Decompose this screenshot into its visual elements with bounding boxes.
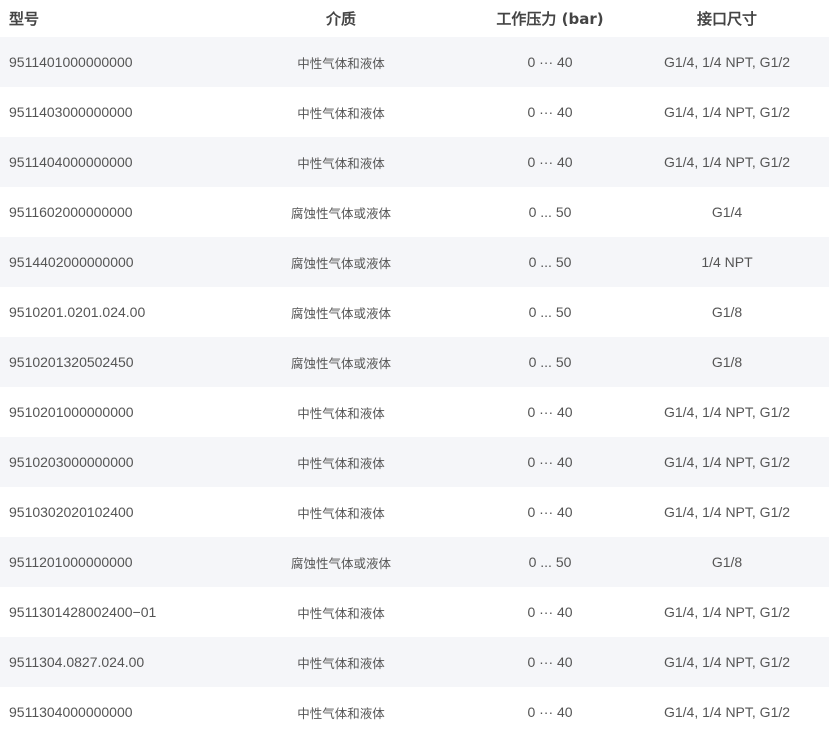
medium-cell: 中性气体和液体 — [297, 605, 385, 621]
pressure-cell: 0 ··· 40 — [527, 654, 573, 670]
port-cell: G1/4, 1/4 NPT, G1/2 — [663, 454, 791, 470]
model-cell: 9511403000000000 — [9, 104, 133, 120]
model-cell: 9514402000000000 — [9, 254, 134, 270]
pressure-cell: 0 ... 50 — [528, 204, 572, 220]
medium-cell: 腐蚀性气体或液体 — [290, 255, 391, 271]
model-cell: 9510203000000000 — [9, 454, 134, 470]
header-port: 接口尺寸 — [696, 10, 757, 28]
port-cell: G1/4, 1/4 NPT, G1/2 — [663, 704, 791, 720]
port-cell: G1/4, 1/4 NPT, G1/2 — [663, 104, 791, 120]
table-row: 9511301428002400−01 中性气体和液体 0 ··· 40 G1/4, … — [0, 587, 829, 637]
pressure-cell: 0 ... 50 — [528, 304, 572, 320]
model-cell: 9510201000000000 — [9, 404, 134, 420]
pressure-cell: 0 ··· 40 — [527, 54, 573, 70]
table-body: 9511401000000000 中性气体和液体 0 ··· 40 G1/4, 1/4… — [0, 37, 829, 737]
medium-cell: 中性气体和液体 — [297, 505, 385, 521]
port-cell: G1/4, 1/4 NPT, G1/2 — [663, 654, 791, 670]
table-row: 9511404000000000 中性气体和液体 0 ··· 40 G1/4, 1/4… — [0, 137, 829, 187]
model-cell: 9510201.0201.024.00 — [9, 304, 146, 320]
table-row: 9511201000000000 腐蚀性气体或液体 0 ... 50 G1/8 — [0, 537, 829, 587]
medium-cell: 腐蚀性气体或液体 — [290, 555, 391, 571]
header-pressure: 工作压力 (bar) — [496, 10, 604, 28]
model-cell: 9511201000000000 — [9, 554, 133, 570]
model-cell: 9510201320502450 — [9, 354, 134, 370]
table-row: 9510201320502450 腐蚀性气体或液体 0 ... 50 G1/8 — [0, 337, 829, 387]
table-row: 9511304.0827.024.00 中性气体和液体 0 ··· 40 G1/4, … — [0, 637, 829, 687]
model-cell: 9511304000000000 — [9, 704, 133, 720]
medium-cell: 中性气体和液体 — [297, 655, 385, 671]
port-cell: G1/4, 1/4 NPT, G1/2 — [663, 504, 791, 520]
pressure-cell: 0 ... 50 — [528, 254, 572, 270]
table-row: 9511602000000000 腐蚀性气体或液体 0 ... 50 G1/4 — [0, 187, 829, 237]
table-row: 9510201.0201.024.00 腐蚀性气体或液体 0 ... 50 G1/8 — [0, 287, 829, 337]
port-cell: G1/4, 1/4 NPT, G1/2 — [663, 54, 791, 70]
port-cell: G1/4, 1/4 NPT, G1/2 — [663, 404, 791, 420]
header-model: 型号 — [9, 10, 40, 28]
pressure-cell: 0 ... 50 — [528, 554, 572, 570]
product-table: 型号 介质 工作压力 (bar) 接口尺寸 9511401000000000 中性… — [0, 0, 829, 737]
port-cell: G1/8 — [711, 554, 743, 570]
medium-cell: 中性气体和液体 — [297, 455, 385, 471]
medium-cell: 中性气体和液体 — [297, 405, 385, 421]
table-row: 9514402000000000 腐蚀性气体或液体 0 ... 50 1/4 NPT — [0, 237, 829, 287]
table-row: 9510302020102400 中性气体和液体 0 ··· 40 G1/4, 1/4… — [0, 487, 829, 537]
pressure-cell: 0 ··· 40 — [527, 604, 573, 620]
model-cell: 9511301428002400−01 — [9, 604, 157, 620]
medium-cell: 中性气体和液体 — [297, 155, 385, 171]
port-cell: 1/4 NPT — [701, 254, 753, 270]
medium-cell: 腐蚀性气体或液体 — [290, 205, 391, 221]
port-cell: G1/8 — [711, 354, 743, 370]
table-row: 9511304000000000 中性气体和液体 0 ··· 40 G1/4, 1/4… — [0, 687, 829, 737]
port-cell: G1/4, 1/4 NPT, G1/2 — [663, 604, 791, 620]
table-row: 9511401000000000 中性气体和液体 0 ··· 40 G1/4, 1/4… — [0, 37, 829, 87]
medium-cell: 腐蚀性气体或液体 — [290, 355, 391, 371]
pressure-cell: 0 ··· 40 — [527, 104, 573, 120]
pressure-cell: 0 ··· 40 — [527, 154, 573, 170]
model-cell: 9511602000000000 — [9, 204, 133, 220]
model-cell: 9511401000000000 — [9, 54, 133, 70]
model-cell: 9510302020102400 — [9, 504, 134, 520]
table-row: 9511403000000000 中性气体和液体 0 ··· 40 G1/4, 1/4… — [0, 87, 829, 137]
model-cell: 9511304.0827.024.00 — [9, 654, 145, 670]
pressure-cell: 0 ··· 40 — [527, 704, 573, 720]
port-cell: G1/4, 1/4 NPT, G1/2 — [663, 154, 791, 170]
pressure-cell: 0 ··· 40 — [527, 504, 573, 520]
pressure-cell: 0 ··· 40 — [527, 454, 573, 470]
pressure-cell: 0 ··· 40 — [527, 404, 573, 420]
table-row: 9510201000000000 中性气体和液体 0 ··· 40 G1/4, 1/4… — [0, 387, 829, 437]
header-medium: 介质 — [325, 10, 356, 28]
table-header: 型号 介质 工作压力 (bar) 接口尺寸 — [0, 0, 829, 37]
pressure-cell: 0 ... 50 — [528, 354, 572, 370]
medium-cell: 中性气体和液体 — [297, 705, 385, 721]
medium-cell: 中性气体和液体 — [297, 105, 385, 121]
medium-cell: 中性气体和液体 — [297, 55, 385, 71]
port-cell: G1/4 — [711, 204, 743, 220]
model-cell: 9511404000000000 — [9, 154, 133, 170]
medium-cell: 腐蚀性气体或液体 — [290, 305, 391, 321]
table-row: 9510203000000000 中性气体和液体 0 ··· 40 G1/4, 1/4… — [0, 437, 829, 487]
port-cell: G1/8 — [711, 304, 743, 320]
